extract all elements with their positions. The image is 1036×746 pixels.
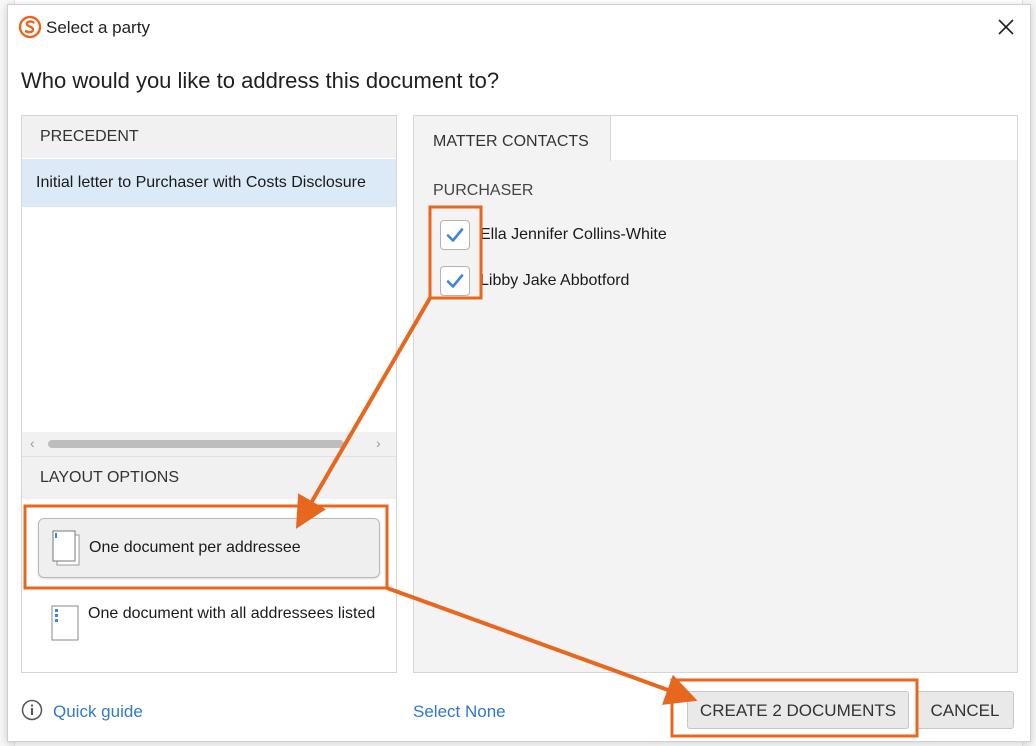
quick-guide-label: Quick guide	[53, 702, 143, 721]
tab-matter-contacts[interactable]: MATTER CONTACTS	[414, 116, 611, 161]
layout-options-header-label: LAYOUT OPTIONS	[40, 469, 179, 486]
contact-checkbox[interactable]	[440, 220, 470, 250]
document-list-icon	[51, 605, 79, 641]
create-documents-label: CREATE 2 DOCUMENTS	[699, 701, 897, 720]
checkmark-icon	[446, 228, 464, 242]
layout-option-all-addressees-label: One document with all addressees listed	[88, 605, 376, 622]
documents-stack-icon	[52, 530, 80, 566]
precedent-panel: PRECEDENT Initial letter to Purchaser wi…	[21, 115, 397, 673]
contact-name: Ella Jennifer Collins-White	[480, 226, 667, 243]
horizontal-scrollbar[interactable]: ‹ ›	[22, 432, 396, 456]
scrollbar-thumb[interactable]	[48, 440, 344, 448]
tab-matter-contacts-label: MATTER CONTACTS	[433, 133, 589, 150]
scroll-left-icon[interactable]: ‹	[30, 435, 35, 451]
contact-checkbox[interactable]	[440, 266, 470, 296]
layout-option-per-addressee[interactable]: One document per addressee	[38, 518, 380, 578]
matter-contacts-panel: MATTER CONTACTS PURCHASER Ella Jennifer …	[413, 115, 1018, 673]
app-logo-icon	[18, 15, 42, 39]
title-bar: Select a party	[8, 5, 1030, 49]
precedent-list-item[interactable]: Initial letter to Purchaser with Costs D…	[22, 159, 396, 207]
contact-name: Libby Jake Abbotford	[480, 272, 630, 289]
layout-option-all-addressees[interactable]: One document with all addressees listed	[38, 598, 378, 658]
select-none-link[interactable]: Select None	[413, 702, 506, 722]
tab-strip: MATTER CONTACTS	[414, 116, 1017, 161]
precedent-header: PRECEDENT	[22, 116, 396, 158]
cancel-label: CANCEL	[930, 701, 1000, 720]
precedent-item-label: Initial letter to Purchaser with Costs D…	[36, 174, 366, 191]
scroll-right-icon[interactable]: ›	[376, 435, 381, 451]
create-documents-button[interactable]: CREATE 2 DOCUMENTS	[687, 691, 909, 729]
contact-group-label: PURCHASER	[433, 182, 534, 199]
cancel-button[interactable]: CANCEL	[916, 691, 1014, 729]
dialog-question: Who would you like to address this docum…	[21, 68, 500, 93]
dialog-title: Select a party	[46, 18, 150, 37]
close-icon[interactable]	[990, 11, 1022, 43]
select-party-dialog: Select a party Who would you like to add…	[7, 4, 1031, 742]
info-icon	[21, 699, 43, 721]
layout-options-header: LAYOUT OPTIONS	[22, 456, 396, 499]
precedent-header-label: PRECEDENT	[40, 128, 139, 145]
checkmark-icon	[446, 274, 464, 288]
layout-option-per-addressee-label: One document per addressee	[89, 539, 301, 556]
